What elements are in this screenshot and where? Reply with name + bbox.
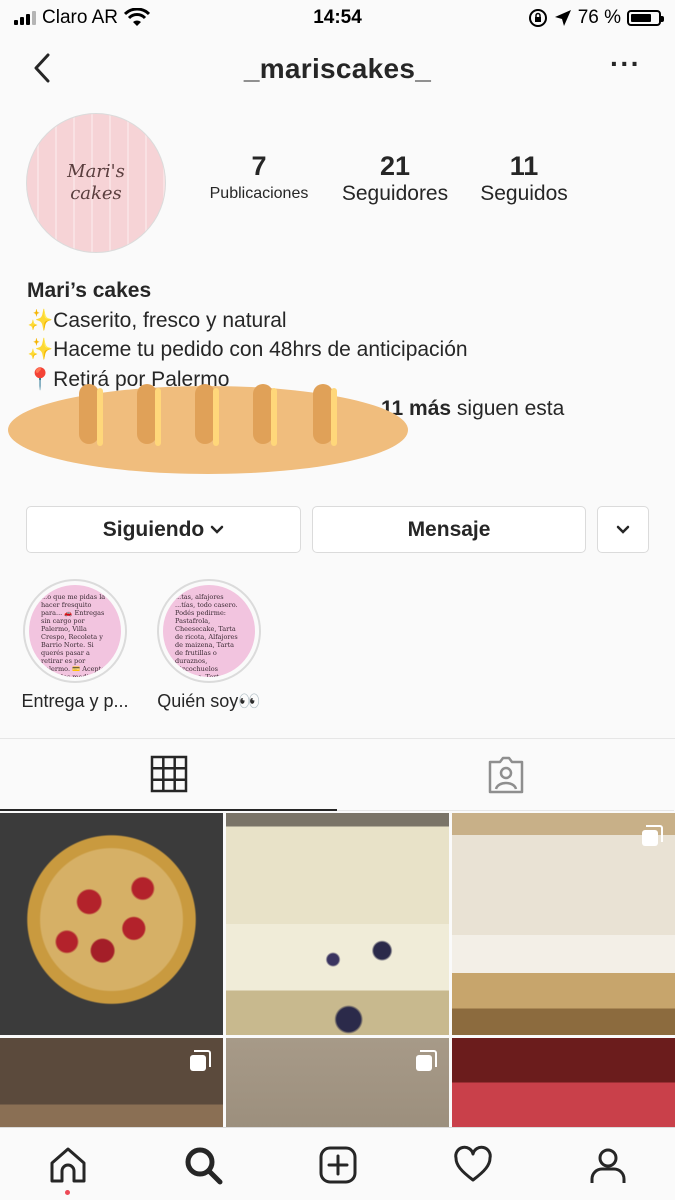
highlight-cover: ...tas, alfajores ...tías, todo casero. … [157, 579, 261, 683]
profile-name: Mari’s cakes [27, 279, 152, 302]
orientation-lock-icon [528, 9, 547, 27]
highlight-label: Quién soy👀 [157, 691, 261, 711]
post-thumbnail[interactable] [0, 813, 223, 1035]
post-thumbnail[interactable] [226, 813, 449, 1035]
chevron-down-icon [211, 525, 224, 534]
status-bar: Claro AR 14:54 76 % [0, 0, 675, 36]
page-title: _mariscakes_ [243, 53, 432, 84]
profile-bio: Mari’s cakes ✨Caserito, fresco y natural… [8, 276, 647, 474]
chevron-left-icon [34, 53, 50, 83]
profile-icon [590, 1148, 625, 1183]
multiple-photos-icon [416, 1050, 437, 1071]
following-button[interactable]: Siguiendo [26, 506, 301, 553]
tagged-person-icon [488, 756, 523, 793]
story-highlight[interactable]: ...tas, alfajores ...tías, todo casero. … [156, 579, 262, 712]
suggested-accounts-button[interactable] [597, 506, 649, 553]
nav-home[interactable] [38, 1143, 98, 1195]
wifi-icon [124, 8, 151, 26]
avatar-logo: Mari's cakes [67, 161, 125, 204]
following-count[interactable]: 11 Seguidos [466, 150, 582, 206]
multiple-photos-icon [642, 825, 663, 846]
nav-profile[interactable] [578, 1143, 638, 1187]
profile-header: _mariscakes_ ··· [0, 40, 675, 98]
more-options-icon[interactable]: ··· [610, 50, 641, 78]
nav-search[interactable] [173, 1143, 233, 1187]
nav-new-post[interactable] [308, 1143, 368, 1187]
chevron-down-icon [616, 525, 630, 534]
avatar[interactable]: Mari's cakes [26, 113, 166, 253]
battery-percentage: 76 % [577, 7, 621, 28]
highlight-label: Entrega y p... [21, 691, 129, 711]
bread-sticker-icon [8, 384, 408, 474]
add-post-icon [319, 1146, 356, 1184]
followers-count[interactable]: 21 Seguidores [328, 150, 462, 206]
message-button[interactable]: Mensaje [312, 506, 586, 553]
activity-heart-icon [453, 1145, 492, 1182]
cellular-signal-icon [14, 11, 36, 25]
profile-stats: 7 Publicaciones 21 Seguidores 11 Seguido… [196, 150, 582, 206]
bottom-navigation [0, 1127, 675, 1200]
home-icon [50, 1147, 85, 1183]
story-highlight[interactable]: ...o que me pidas la hacer fresquito par… [21, 579, 129, 712]
nav-activity[interactable] [443, 1143, 503, 1187]
bio-line: ✨Caserito, fresco y natural [27, 308, 287, 332]
notification-dot [65, 1190, 70, 1195]
carrier-name: Claro AR [42, 7, 119, 28]
posts-count: 7 Publicaciones [209, 151, 309, 202]
search-icon [185, 1147, 222, 1185]
followed-by-line[interactable]: 11 más siguen esta [8, 384, 647, 474]
tab-tagged[interactable] [337, 739, 674, 811]
multiple-photos-icon [190, 1050, 211, 1071]
post-thumbnail[interactable] [452, 813, 675, 1035]
battery-icon [627, 10, 664, 26]
back-button[interactable] [24, 50, 60, 86]
grid-icon [150, 755, 187, 793]
location-arrow-icon [554, 10, 571, 26]
highlight-cover: ...o que me pidas la hacer fresquito par… [23, 579, 127, 683]
bio-line: ✨Haceme tu pedido con 48hrs de anticipac… [27, 338, 468, 361]
tab-posts-grid[interactable] [0, 739, 337, 811]
